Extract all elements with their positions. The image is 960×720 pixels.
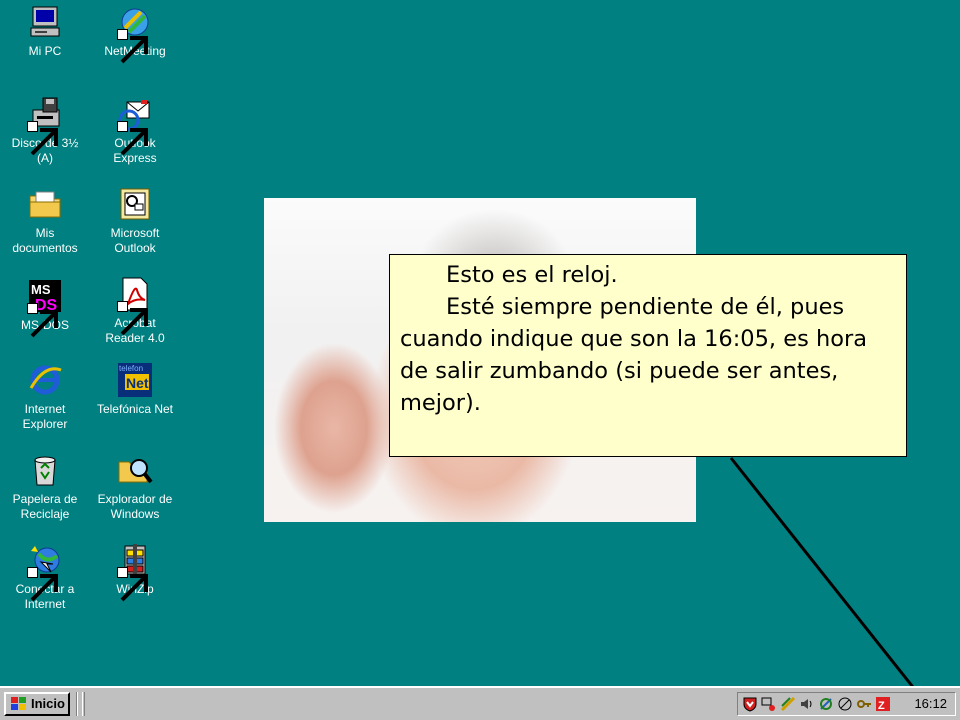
system-tray: Z 16:12: [737, 692, 956, 716]
internet-explorer-icon: [27, 362, 63, 398]
desktop-icon-internet-explorer[interactable]: Internet Explorer: [3, 362, 87, 432]
desktop-icon-mi-pc[interactable]: Mi PC: [3, 4, 87, 59]
desktop-icon-label: Mi PC: [28, 44, 62, 58]
desktop-icon-conectar-internet[interactable]: Conectar a Internet: [3, 542, 87, 612]
shortcut-arrow-icon: [27, 303, 58, 338]
network-icon[interactable]: [761, 696, 777, 712]
shortcut-arrow-icon: [117, 567, 148, 602]
taskbar-grip[interactable]: [82, 692, 85, 716]
connect-internet-icon: [27, 542, 63, 602]
taskbar-clock[interactable]: 16:12: [914, 696, 947, 712]
taskbar: Inicio Z 16:12: [0, 686, 960, 720]
folder-icon: [27, 186, 63, 222]
windows-flag-icon: [11, 697, 26, 710]
desktop-icon-mis-documentos[interactable]: Mis documentos: [3, 186, 87, 256]
winzip-tray-icon[interactable]: Z: [875, 696, 891, 712]
callout-line-1: Esto es el reloj.: [446, 262, 618, 288]
msdos-icon: MS DS: [27, 278, 63, 338]
svg-text:MS: MS: [31, 282, 51, 297]
shortcut-arrow-icon: [117, 301, 148, 336]
shortcut-arrow-icon: [27, 567, 58, 602]
antivirus-shield-icon[interactable]: [742, 696, 758, 712]
acrobat-icon: [117, 276, 153, 336]
taskbar-separator: [76, 692, 78, 716]
svg-text:Z: Z: [878, 700, 885, 712]
desktop-icon-papelera[interactable]: Papelera de Reciclaje: [3, 452, 87, 522]
computer-icon: [27, 4, 63, 40]
desktop-icon-netmeeting[interactable]: NetMeeting: [93, 4, 177, 64]
desktop-icon-microsoft-outlook[interactable]: Microsoft Outlook: [93, 186, 177, 256]
desktop-icon-winzip[interactable]: WinZip: [93, 542, 177, 602]
desktop-icon-outlook-express[interactable]: Outlook Express: [93, 96, 177, 166]
desktop-icon-explorador-windows[interactable]: Explorador de Windows: [93, 452, 177, 522]
desktop-icon-label: Papelera de Reciclaje: [12, 492, 78, 521]
shortcut-arrow-icon: [117, 29, 148, 64]
callout-line-2: Esté siempre pendiente de él, pues cuand…: [400, 294, 868, 416]
clock-callout: Esto es el reloj. Esté siempre pendiente…: [389, 254, 907, 457]
volume-icon[interactable]: [799, 696, 815, 712]
desktop-icon-label: Telefónica Net: [96, 402, 174, 416]
key-icon[interactable]: [856, 696, 872, 712]
desktop-icon-telefonica-net[interactable]: telefon Net Telefónica Net: [93, 362, 177, 417]
telefonica-icon-subtext: telefon: [119, 364, 143, 373]
desktop-icon-label: Explorador de Windows: [97, 492, 173, 521]
shortcut-arrow-icon: [117, 121, 148, 156]
power-icon[interactable]: [818, 696, 834, 712]
connection-icon[interactable]: [837, 696, 853, 712]
shortcut-arrow-icon: [27, 121, 58, 156]
telefonica-icon-text: Net: [126, 375, 149, 391]
outlook-icon: [117, 186, 153, 222]
floppy-drive-icon: [27, 96, 63, 156]
winzip-icon: [117, 542, 153, 602]
start-label: Inicio: [31, 696, 65, 711]
desktop-icon-disco-a[interactable]: Disco de 3½ (A): [3, 96, 87, 166]
telefonica-net-icon: telefon Net: [117, 362, 153, 398]
netmeeting-icon: [117, 4, 153, 64]
windows-explorer-icon: [117, 452, 153, 488]
recycle-bin-icon: [27, 452, 63, 488]
desktop-icon-ms-dos[interactable]: MS DS MS-DOS: [3, 278, 87, 338]
desktop-icon-label: Microsoft Outlook: [110, 226, 160, 255]
scheduler-icon[interactable]: [780, 696, 796, 712]
desktop-icon-acrobat-reader[interactable]: Acrobat Reader 4.0: [93, 276, 177, 346]
start-button[interactable]: Inicio: [4, 692, 70, 716]
desktop-icon-label: Internet Explorer: [22, 402, 68, 431]
outlook-express-icon: [117, 96, 153, 156]
desktop-icon-label: Mis documentos: [12, 226, 78, 255]
